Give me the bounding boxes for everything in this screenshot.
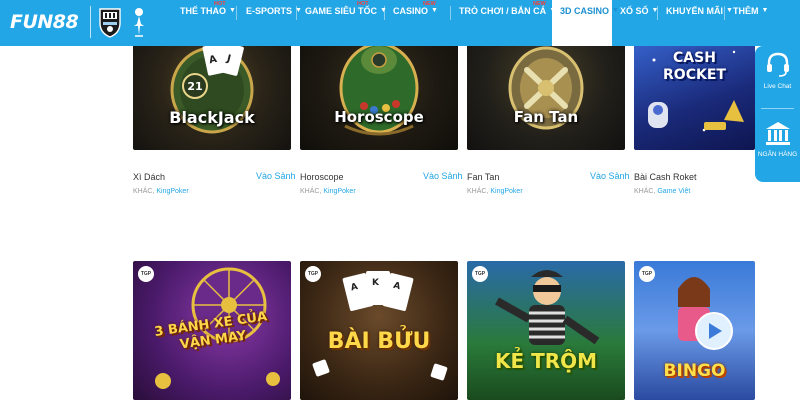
game-art-title: CASH ROCKET bbox=[663, 50, 726, 83]
chevron-down-icon: ▼ bbox=[761, 7, 769, 14]
game-provider[interactable]: KingPoker bbox=[323, 188, 355, 195]
svg-text:K: K bbox=[372, 278, 380, 288]
live-chat-label: Live Chat bbox=[763, 83, 792, 90]
nav-item-label: XỔ SỐ bbox=[620, 6, 649, 16]
game-meta: KHÁC, Game Việt bbox=[634, 188, 690, 195]
page: FUN88 THỂ THAO HOT ▼ E-SPORTS ▼ GAME SIÊ… bbox=[0, 0, 800, 400]
fun88-logo[interactable]: FUN88 bbox=[10, 11, 79, 33]
bank-label: NGÂN HÀNG bbox=[757, 151, 798, 158]
game-meta: KHÁC, KingPoker bbox=[467, 188, 523, 195]
live-chat-button[interactable]: Live Chat bbox=[755, 52, 800, 90]
enter-lobby-link[interactable]: Vào Sảnh bbox=[423, 171, 463, 181]
nav-item-label: CASINO bbox=[393, 6, 429, 16]
bank-button[interactable]: NGÂN HÀNG bbox=[755, 120, 800, 158]
nav-item-xo-so[interactable]: XỔ SỐ ▼ bbox=[612, 0, 658, 46]
hot-badge: HOT bbox=[357, 1, 369, 7]
game-art-title: KẺ TRỘM bbox=[494, 349, 598, 373]
svg-text:21: 21 bbox=[187, 80, 202, 93]
thief-art-icon bbox=[495, 270, 600, 345]
cash-rocket-art-icon bbox=[648, 50, 744, 132]
game-category: KHÁC, bbox=[634, 188, 656, 195]
game-category: KHÁC, bbox=[467, 188, 489, 195]
nav-item-3d-casino[interactable]: 3D CASINO ▼ bbox=[552, 0, 619, 46]
nav-item-label: E-SPORTS bbox=[246, 6, 293, 16]
top-navbar: FUN88 THỂ THAO HOT ▼ E-SPORTS ▼ GAME SIÊ… bbox=[0, 0, 800, 46]
side-divider bbox=[761, 108, 794, 109]
nav-item-tro-choi-ban-ca[interactable]: TRÒ CHƠI / BẮN CÁ NEW ▼ bbox=[451, 0, 556, 46]
game-provider[interactable]: KingPoker bbox=[490, 188, 522, 195]
nav-item-label: THỂ THAO bbox=[180, 6, 226, 16]
tgp-badge: TGP bbox=[472, 266, 488, 282]
nav-item-label: THÊM bbox=[733, 6, 759, 16]
game-art-title: Horoscope bbox=[334, 108, 424, 126]
enter-lobby-link[interactable]: Vào Sảnh bbox=[590, 171, 630, 181]
tgp-badge: TGP bbox=[639, 266, 655, 282]
game-thumbnail[interactable]: Fan Tan bbox=[467, 30, 625, 150]
game-art-title: Fan Tan bbox=[513, 108, 579, 126]
blackjack-art-icon: J A 21 bbox=[170, 42, 254, 134]
game-name[interactable]: Horoscope bbox=[300, 172, 344, 182]
game-art-title: BÀI BỬU bbox=[327, 329, 431, 354]
side-tools-panel: Live Chat NGÂN HÀNG bbox=[755, 46, 800, 182]
game-provider[interactable]: Game Việt bbox=[657, 188, 690, 195]
nav-item-label: GAME SIÊU TỐC bbox=[305, 6, 378, 16]
game-thumbnail[interactable]: Horoscope bbox=[300, 30, 458, 150]
hot-badge: HOT bbox=[214, 1, 226, 7]
game-thumbnail[interactable]: TGP KẺ TRỘM bbox=[467, 261, 625, 400]
nav-item-label: KHUYẾN MÃI bbox=[666, 6, 724, 16]
game-thumbnail[interactable]: K A A TGP BÀI BỬU bbox=[300, 261, 458, 400]
game-category: KHÁC, bbox=[133, 188, 155, 195]
tgp-badge: TGP bbox=[138, 266, 154, 282]
bank-icon bbox=[765, 122, 790, 145]
nav-item-game-sieu-toc[interactable]: GAME SIÊU TỐC HOT ▼ bbox=[297, 0, 387, 46]
new-badge: NEW bbox=[423, 1, 436, 7]
game-meta: KHÁC, KingPoker bbox=[133, 188, 189, 195]
game-thumbnail[interactable]: J A 21 BlackJack bbox=[133, 30, 291, 150]
tgp-badge: TGP bbox=[305, 266, 321, 282]
fan-tan-art-icon bbox=[508, 46, 584, 130]
chevron-down-icon: ▼ bbox=[431, 7, 438, 14]
game-category: KHÁC, bbox=[300, 188, 322, 195]
new-badge: NEW bbox=[533, 1, 546, 7]
nav-item-the-thao[interactable]: THỂ THAO HOT ▼ bbox=[170, 0, 237, 46]
nav-item-khuyen-mai[interactable]: KHUYẾN MÃI ▼ bbox=[658, 0, 733, 46]
headset-icon bbox=[766, 52, 789, 77]
game-thumbnail[interactable]: CASH ROCKET bbox=[634, 30, 755, 150]
newcastle-crest-icon bbox=[99, 8, 121, 38]
tottenham-crest-icon bbox=[134, 8, 144, 37]
main-nav: THỂ THAO HOT ▼ E-SPORTS ▼ GAME SIÊU TỐC … bbox=[170, 0, 768, 46]
nav-item-label: TRÒ CHƠI / BẮN CÁ bbox=[459, 6, 547, 16]
game-name[interactable]: Bài Cash Roket bbox=[634, 172, 697, 182]
game-art-title: BlackJack bbox=[169, 108, 255, 127]
nav-item-them[interactable]: THÊM ▼ bbox=[725, 0, 768, 46]
enter-lobby-link[interactable]: Vào Sảnh bbox=[256, 171, 296, 181]
nav-item-casino[interactable]: CASINO NEW ▼ bbox=[385, 0, 451, 46]
horoscope-art-icon bbox=[339, 42, 419, 136]
game-thumbnail[interactable]: TGP BINGO bbox=[634, 261, 755, 400]
game-art-title: BINGO bbox=[663, 361, 726, 381]
nav-item-label: 3D CASINO bbox=[560, 6, 610, 16]
logo-divider bbox=[90, 6, 91, 38]
game-meta: KHÁC, KingPoker bbox=[300, 188, 356, 195]
nav-item-e-sports[interactable]: E-SPORTS ▼ bbox=[237, 0, 302, 46]
game-name[interactable]: Xì Dách bbox=[133, 172, 165, 182]
game-name[interactable]: Fan Tan bbox=[467, 172, 499, 182]
game-provider[interactable]: KingPoker bbox=[156, 188, 188, 195]
chevron-down-icon: ▼ bbox=[229, 7, 236, 14]
game-thumbnail[interactable]: TGP 3 BÁNH XE CỦA VẬN MAY bbox=[133, 261, 291, 400]
